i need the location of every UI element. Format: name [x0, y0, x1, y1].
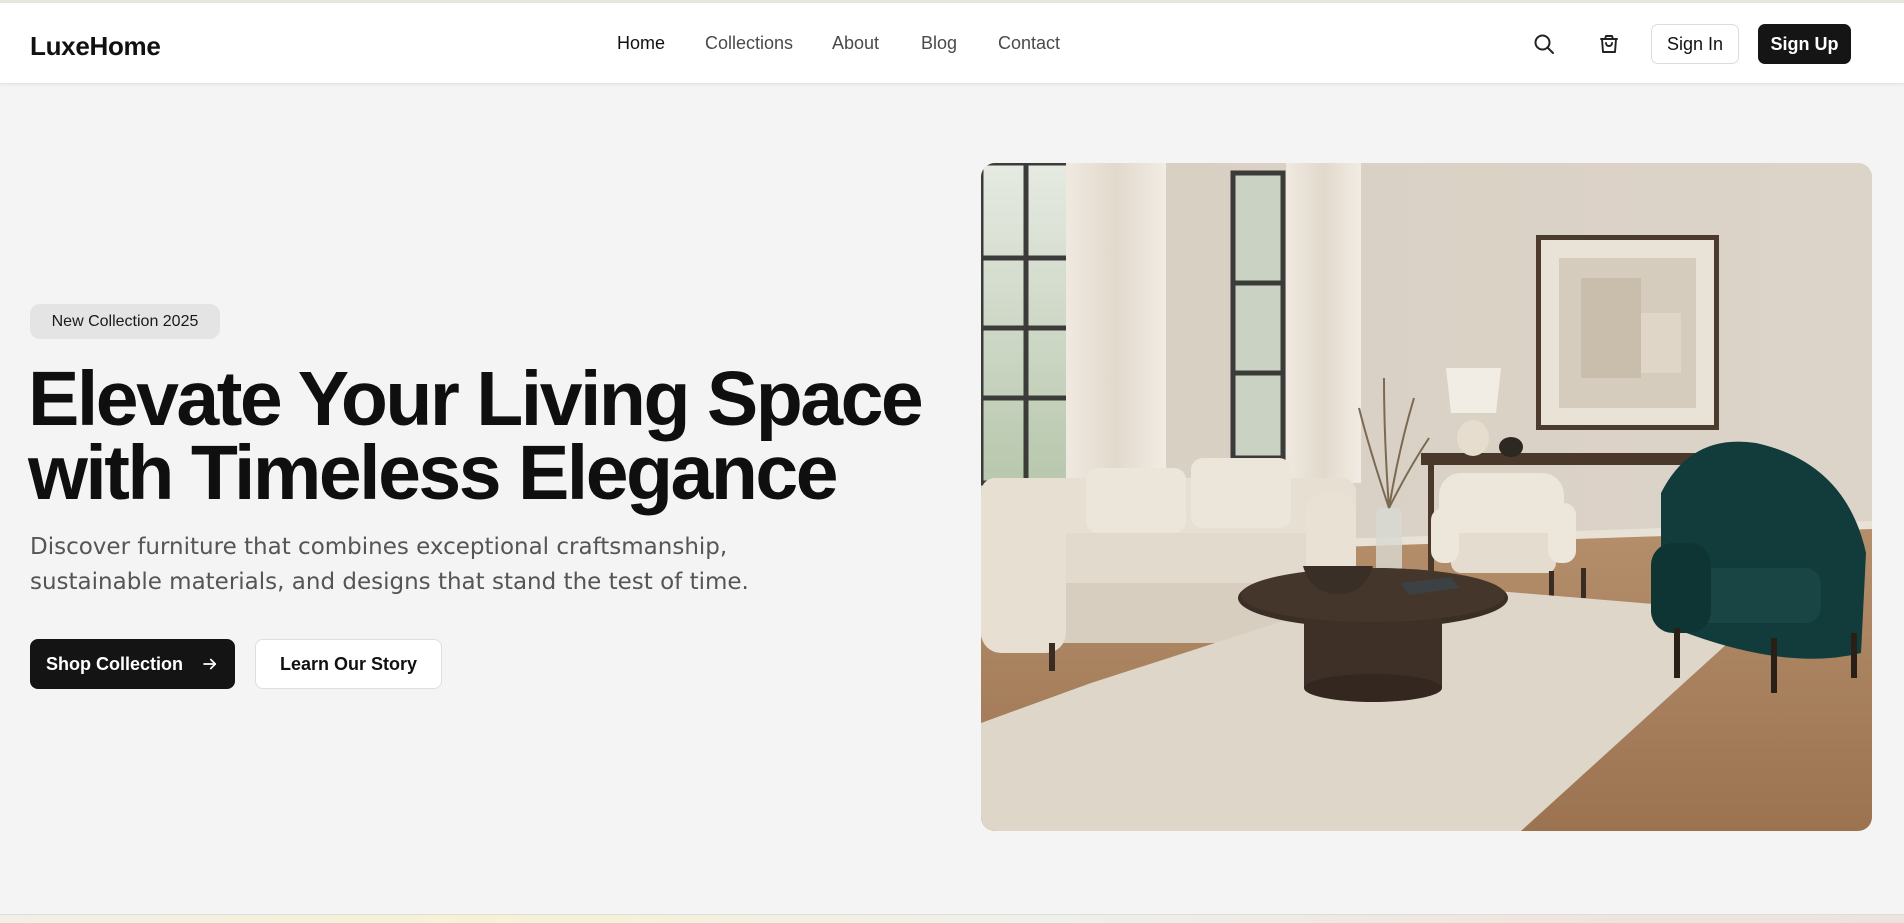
hero-living-room-image [981, 163, 1872, 831]
site-header: LuxeHome Home Collections About Blog Con… [0, 3, 1904, 84]
hero-subtext-line-2: sustainable materials, and designs that … [30, 569, 749, 595]
hero-headline: Elevate Your Living Space with Timeless … [28, 356, 928, 516]
hero-headline-line-2: with Timeless Elegance [28, 430, 839, 516]
shopping-bag-icon[interactable] [1594, 29, 1624, 59]
collection-badge: New Collection 2025 [30, 304, 220, 339]
search-icon[interactable] [1529, 29, 1559, 59]
learn-our-story-button[interactable]: Learn Our Story [255, 639, 442, 689]
hero-subtext-line-1: Discover furniture that combines excepti… [30, 534, 728, 560]
nav-link-home[interactable]: Home [617, 33, 665, 54]
hero-subtext: Discover furniture that combines excepti… [30, 530, 790, 600]
nav-link-collections[interactable]: Collections [705, 33, 793, 54]
shop-collection-label: Shop Collection [46, 653, 183, 674]
sign-in-button[interactable]: Sign In [1651, 24, 1739, 64]
hero-headline-line-1: Elevate Your Living Space [28, 356, 924, 442]
nav-link-blog[interactable]: Blog [921, 33, 957, 54]
nav-link-contact[interactable]: Contact [998, 33, 1060, 54]
arrow-right-icon [203, 658, 217, 670]
shop-collection-button[interactable]: Shop Collection [30, 639, 235, 689]
bottom-edge-strip [0, 914, 1904, 923]
nav-link-about[interactable]: About [832, 33, 879, 54]
sign-up-button[interactable]: Sign Up [1758, 24, 1851, 64]
